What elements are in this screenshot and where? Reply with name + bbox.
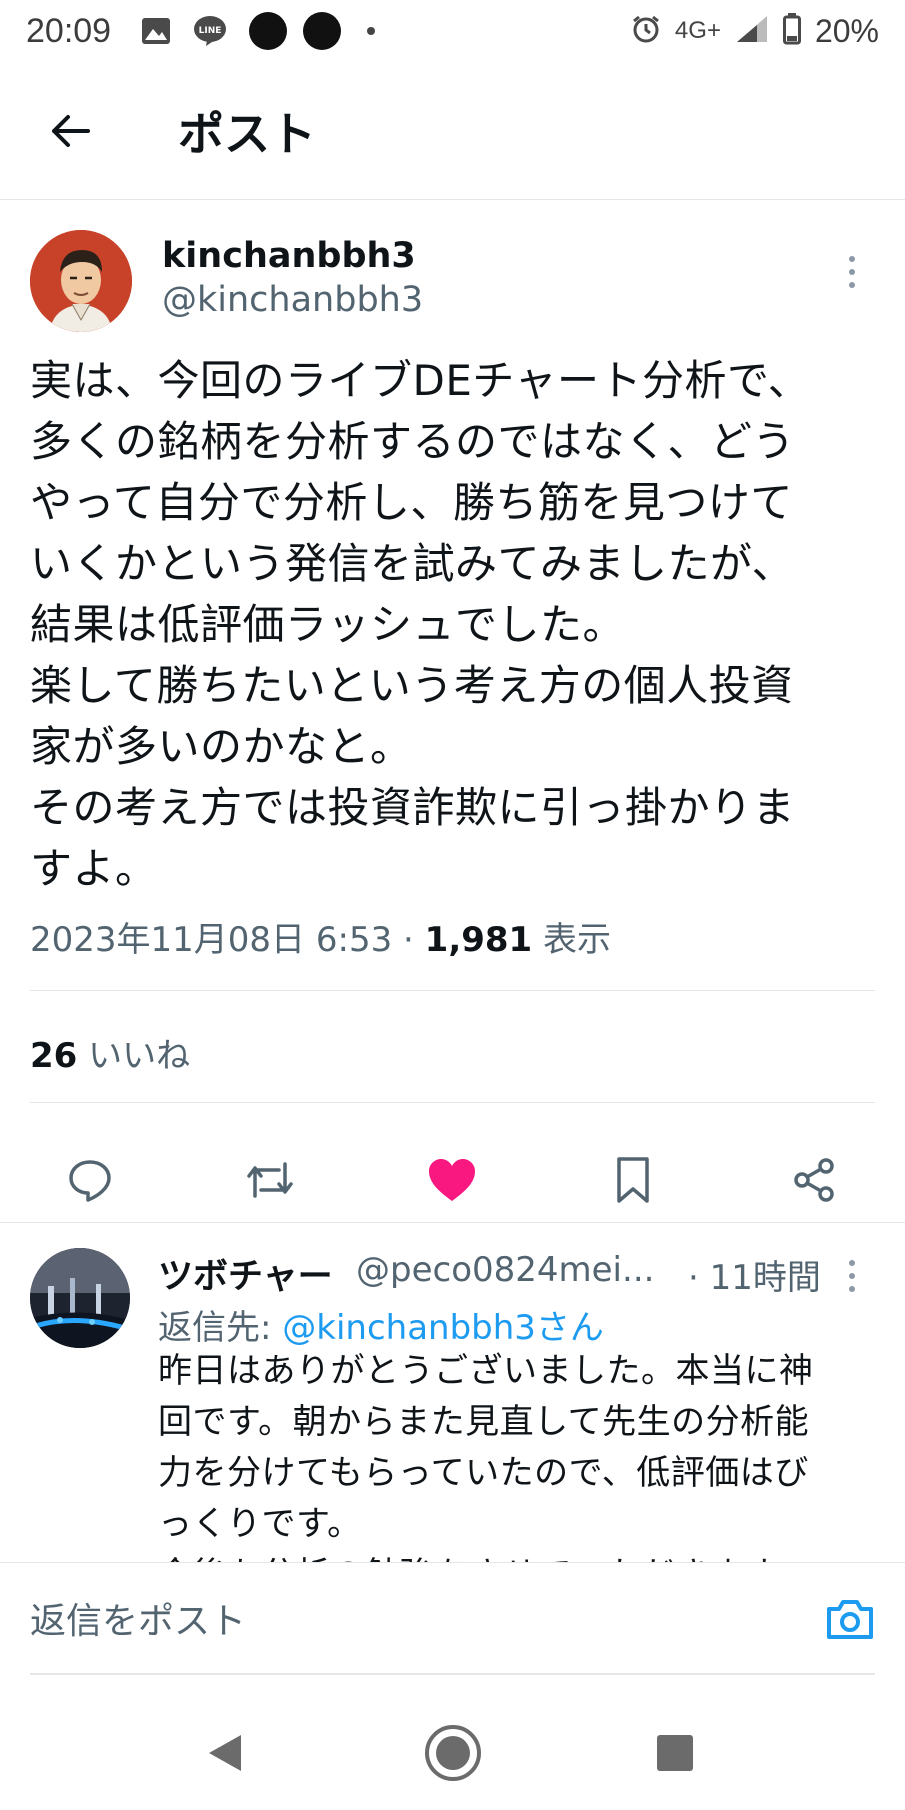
more-vertical-icon: [849, 1260, 855, 1266]
status-bar: 20:09 LINE 4G+ 20%: [0, 0, 905, 62]
post-body: 実は、今回のライブDEチャート分析で、 多くの銘柄を分析するのではなく、どう や…: [30, 356, 811, 893]
post-author-handle[interactable]: @kinchanbbh3: [162, 280, 423, 320]
camera-icon: [827, 1600, 873, 1639]
camera-button[interactable]: [825, 1597, 875, 1641]
likes-summary[interactable]: 26 いいね: [30, 1028, 190, 1077]
avatar[interactable]: [30, 230, 132, 332]
reply-to-label: 返信先:: [158, 1308, 283, 1348]
nav-home-button[interactable]: [418, 1718, 488, 1788]
reply-to-line: 返信先: @kinchanbbh3さん: [158, 1300, 604, 1349]
reply-more-options-button[interactable]: [837, 1256, 867, 1296]
views-count: 1,981: [424, 920, 533, 960]
image-icon: [141, 17, 171, 45]
reply-icon: [69, 1160, 111, 1202]
retweet-icon: [247, 1162, 293, 1198]
battery-icon: [782, 12, 801, 50]
like-button[interactable]: [422, 1150, 482, 1210]
bookmark-button[interactable]: [603, 1150, 663, 1210]
reply-body: 昨日はありがとうございました。本当に神 回です。朝からまた見直して先生の分析能 …: [158, 1351, 814, 1562]
reply-post[interactable]: ツボチャー @peco0824mei... · 11時間 返信先: @kinch…: [0, 1224, 905, 1562]
share-icon: [794, 1158, 834, 1202]
nav-back-button[interactable]: [190, 1718, 260, 1788]
divider: [30, 990, 875, 991]
post-author-name[interactable]: kinchanbbh3: [162, 236, 416, 276]
reply-time[interactable]: · 11時間: [688, 1250, 821, 1299]
reply-avatar[interactable]: [30, 1248, 130, 1348]
views-label: 表示: [543, 920, 612, 960]
notification-dot-icon: [303, 12, 342, 50]
post-action-bar: [0, 1150, 905, 1210]
more-vertical-icon: [849, 256, 855, 262]
battery-percent: 20%: [814, 12, 879, 49]
share-button[interactable]: [784, 1150, 844, 1210]
divider: [0, 1222, 905, 1223]
divider: [30, 1102, 875, 1103]
signal-icon: [735, 14, 769, 49]
repost-button[interactable]: [240, 1150, 300, 1210]
more-notifications-icon: [367, 27, 376, 35]
nav-back-icon: [209, 1735, 241, 1771]
reply-compose-bar: 返信をポスト: [0, 1562, 905, 1692]
nav-recents-button[interactable]: [640, 1718, 710, 1788]
network-type: 4G+: [674, 17, 721, 44]
reply-author-name[interactable]: ツボチャー: [158, 1248, 333, 1299]
arrow-left-icon: [52, 114, 90, 147]
bookmark-icon: [617, 1157, 649, 1203]
reply-input[interactable]: 返信をポスト: [30, 1563, 875, 1675]
svg-text:LINE: LINE: [199, 26, 222, 36]
post-meta: 2023年11月08日 6:53 · 1,981 表示: [30, 912, 611, 961]
alarm-icon: [631, 14, 661, 49]
notification-dot-icon: [249, 12, 288, 50]
reply-to-handle-link[interactable]: @kinchanbbh3さん: [282, 1308, 604, 1348]
main-post: kinchanbbh3 @kinchanbbh3 実は、今回のライブDEチャート…: [0, 200, 905, 1203]
likes-count: 26: [30, 1036, 78, 1076]
status-time: 20:09: [26, 11, 112, 50]
nav-recents-icon: [657, 1735, 693, 1771]
reply-author-handle[interactable]: @peco0824mei...: [356, 1250, 654, 1290]
top-app-bar: ポスト: [0, 62, 905, 200]
likes-label: いいね: [88, 1036, 191, 1076]
heart-filled-icon: [429, 1159, 475, 1201]
post-timestamp[interactable]: 2023年11月08日 6:53: [30, 920, 392, 960]
nav-home-icon: [425, 1725, 481, 1781]
system-navigation-bar: [0, 1692, 905, 1810]
page-title: ポスト: [178, 106, 316, 161]
back-button[interactable]: [20, 81, 120, 181]
reply-button[interactable]: [60, 1150, 120, 1210]
reply-input-placeholder: 返信をポスト: [30, 1601, 247, 1642]
meta-separator: ·: [392, 920, 425, 960]
more-options-button[interactable]: [837, 252, 867, 292]
post-author-row: kinchanbbh3 @kinchanbbh3: [0, 200, 905, 340]
line-icon: LINE: [193, 15, 227, 47]
